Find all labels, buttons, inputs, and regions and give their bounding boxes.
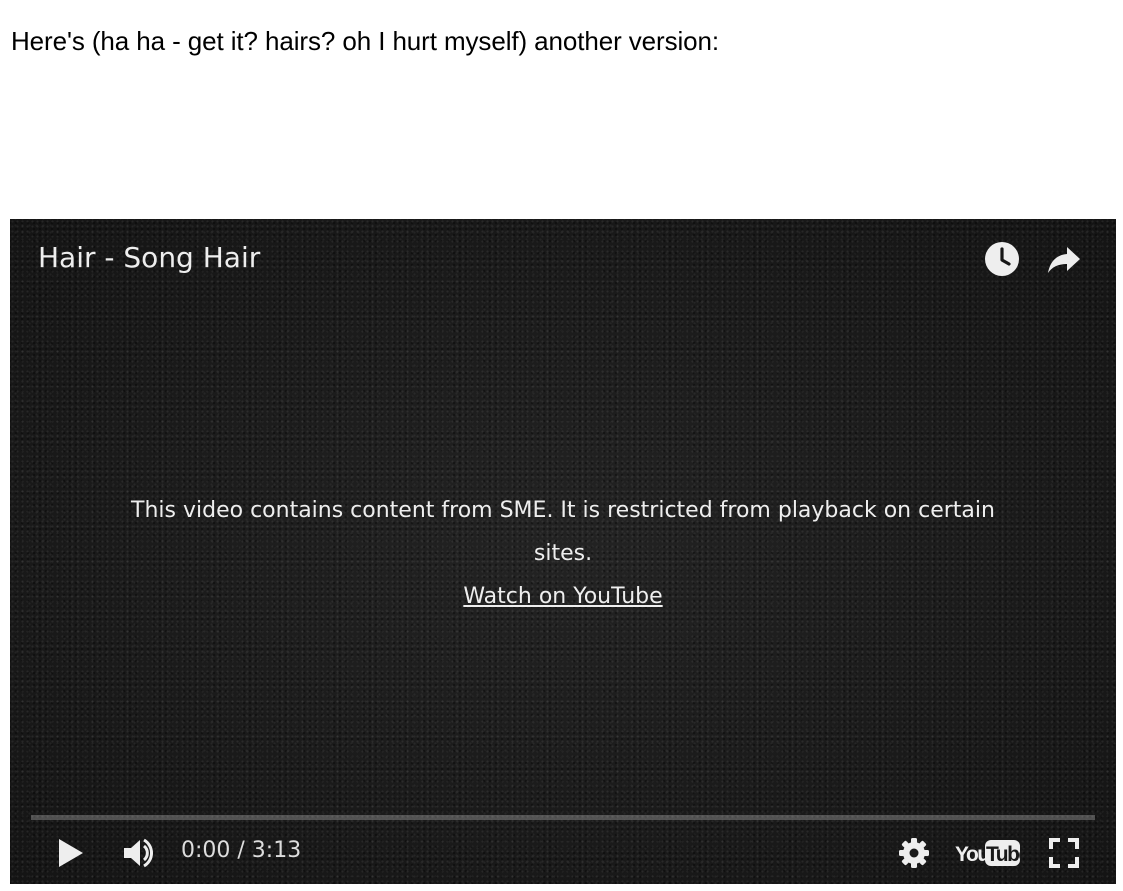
video-title[interactable]: Hair - Song Hair (38, 241, 260, 274)
restriction-message-text: This video contains content from SME. It… (131, 498, 995, 566)
youtube-logo-tube: Tube (986, 843, 1021, 866)
post-text: Here's (ha ha - get it? hairs? oh I hurt… (11, 26, 720, 56)
gear-icon[interactable] (898, 837, 930, 869)
video-player[interactable]: Hair - Song Hair This video contains con… (10, 219, 1116, 884)
volume-icon[interactable] (122, 837, 158, 869)
watch-on-youtube-link[interactable]: Watch on YouTube (463, 584, 662, 609)
restriction-message: This video contains content from SME. It… (130, 489, 996, 618)
fullscreen-icon[interactable] (1048, 837, 1080, 869)
share-arrow-icon[interactable] (1046, 241, 1082, 277)
progress-bar[interactable] (31, 815, 1095, 820)
youtube-logo[interactable]: You Tube (955, 838, 1021, 868)
time-display: 0:00 / 3:13 (181, 838, 302, 863)
youtube-logo-you: You (955, 843, 989, 866)
play-icon[interactable] (56, 837, 86, 869)
clock-icon[interactable] (984, 241, 1020, 277)
